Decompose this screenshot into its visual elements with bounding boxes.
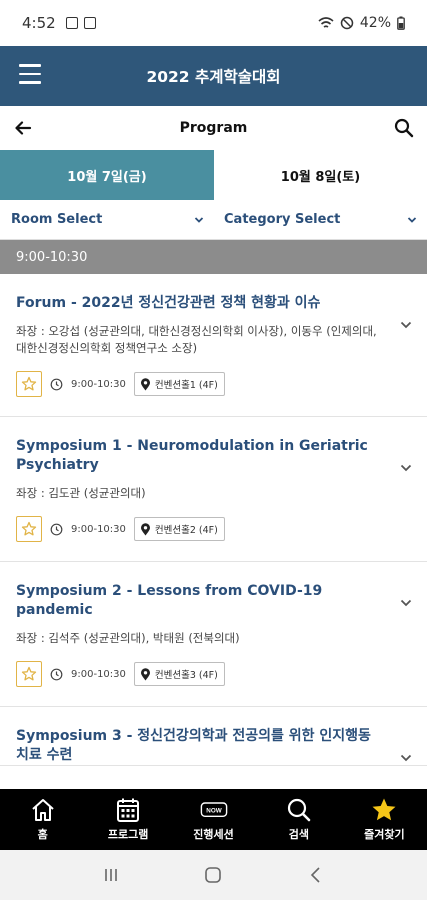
chevron-down-icon[interactable] — [399, 318, 413, 332]
nav-now-session[interactable]: NOW 진행세션 — [171, 789, 256, 850]
category-select-label: Category Select — [224, 212, 341, 227]
clock-icon — [50, 668, 63, 680]
nav-favorites[interactable]: 즐겨찾기 — [342, 789, 427, 850]
page-title: Program — [179, 120, 248, 136]
tab-oct-7[interactable]: 10월 7일(금) — [0, 150, 214, 200]
app-title: 2022 추계학술대회 — [146, 68, 281, 86]
now-badge-text: NOW — [206, 807, 221, 814]
session-chair: 좌장 : 김석주 (성균관의대), 박태원 (전북의대) — [16, 631, 240, 645]
home-icon — [32, 799, 54, 821]
clock-icon — [50, 378, 63, 390]
gallery-icon — [65, 17, 78, 29]
session-meta: 9:00-10:30 컨벤션홀1 (4F) — [16, 371, 377, 416]
page-bar: Program — [0, 106, 427, 150]
home-button-icon[interactable] — [203, 865, 223, 885]
session-location: 컨벤션홀2 (4F) — [154, 525, 218, 536]
room-select-label: Room Select — [11, 212, 103, 227]
recent-apps-icon[interactable] — [101, 865, 121, 885]
back-arrow-icon[interactable] — [12, 117, 34, 139]
session-title: Symposium 2 - Lessons from COVID-19 pand… — [16, 583, 323, 618]
location-pin-icon — [140, 522, 150, 535]
session-title: Forum - 2022년 정신건강관련 정책 현황과 이슈 — [16, 295, 321, 311]
nav-search-label: 검색 — [288, 828, 310, 841]
system-nav-bar — [0, 850, 427, 900]
status-right: 42% — [318, 15, 405, 31]
star-icon — [372, 798, 396, 821]
tab-oct-8[interactable]: 10월 8일(토) — [214, 150, 427, 200]
session-item[interactable]: Symposium 2 - Lessons from COVID-19 pand… — [0, 562, 427, 707]
session-title: Symposium 3 - 정신건강의학과 전공의를 위한 인지행동치료 수련 — [16, 728, 371, 763]
session-time: 9:00-10:30 — [71, 523, 126, 535]
nav-program[interactable]: 프로그램 — [85, 789, 170, 850]
notification-icon — [83, 17, 96, 29]
chevron-down-icon[interactable] — [399, 461, 413, 475]
filters: Room Select Category Select — [0, 200, 427, 240]
bottom-nav: 홈 프로그램 NOW 진행세션 검색 즐겨찾기 — [0, 789, 427, 850]
session-chair: 좌장 : 오강섭 (성균관의대, 대한신경정신의학회 이사장), 이동우 (인제… — [16, 324, 377, 355]
nav-search[interactable]: 검색 — [256, 789, 341, 850]
star-outline-icon — [21, 376, 37, 391]
session-location: 컨벤션홀3 (4F) — [154, 670, 218, 681]
wifi-icon — [318, 17, 334, 28]
location-pin-icon — [140, 667, 150, 680]
nav-home[interactable]: 홈 — [0, 789, 85, 850]
nav-home-label: 홈 — [37, 828, 48, 841]
search-icon — [287, 798, 311, 822]
session-time: 9:00-10:30 — [71, 378, 126, 390]
location-badge: 컨벤션홀3 (4F) — [133, 662, 225, 686]
session-meta: 9:00-10:30 컨벤션홀3 (4F) — [16, 661, 377, 706]
chevron-down-icon — [194, 216, 204, 223]
time-block-header: 9:00-10:30 — [0, 240, 427, 274]
session-time: 9:00-10:30 — [71, 668, 126, 680]
status-time: 4:52 — [22, 14, 56, 32]
session-location: 컨벤션홀1 (4F) — [154, 380, 218, 391]
location-badge: 컨벤션홀1 (4F) — [133, 372, 225, 396]
menu-icon[interactable] — [19, 64, 41, 86]
session-meta: 9:00-10:30 컨벤션홀2 (4F) — [16, 516, 377, 561]
clock-icon — [50, 523, 63, 535]
back-icon[interactable] — [306, 865, 326, 885]
chevron-down-icon[interactable] — [399, 751, 413, 765]
room-select[interactable]: Room Select — [0, 200, 213, 239]
star-outline-icon — [21, 666, 37, 681]
now-icon: NOW — [200, 802, 227, 817]
app-header: 2022 추계학술대회 — [0, 46, 427, 106]
chevron-down-icon[interactable] — [399, 596, 413, 610]
star-outline-icon — [21, 521, 37, 536]
nav-favorites-label: 즐겨찾기 — [364, 828, 405, 841]
location-pin-icon — [140, 377, 150, 390]
status-bar: 4:52 42% — [0, 0, 427, 46]
session-item[interactable]: Symposium 1 - Neuromodulation in Geriatr… — [0, 417, 427, 562]
search-icon[interactable] — [393, 117, 415, 139]
favorite-button[interactable] — [16, 371, 42, 397]
battery-percent: 42% — [359, 15, 391, 31]
date-tabs: 10월 7일(금) 10월 8일(토) — [0, 150, 427, 200]
battery-icon — [397, 16, 405, 30]
calendar-icon — [117, 798, 140, 822]
dnd-icon — [340, 16, 354, 30]
session-title: Symposium 1 - Neuromodulation in Geriatr… — [16, 438, 368, 473]
session-item[interactable]: Symposium 3 - 정신건강의학과 전공의를 위한 인지행동치료 수련 — [0, 707, 427, 766]
session-list: Forum - 2022년 정신건강관련 정책 현황과 이슈 좌장 : 오강섭 … — [0, 274, 427, 789]
chevron-down-icon — [407, 216, 417, 223]
nav-now-session-label: 진행세션 — [193, 828, 234, 841]
location-badge: 컨벤션홀2 (4F) — [133, 517, 225, 541]
favorite-button[interactable] — [16, 661, 42, 687]
session-chair: 좌장 : 김도관 (성균관의대) — [16, 486, 146, 500]
session-item[interactable]: Forum - 2022년 정신건강관련 정책 현황과 이슈 좌장 : 오강섭 … — [0, 274, 427, 417]
status-notification-icons — [65, 17, 96, 29]
category-select[interactable]: Category Select — [213, 200, 426, 239]
favorite-button[interactable] — [16, 516, 42, 542]
nav-program-label: 프로그램 — [107, 828, 149, 841]
